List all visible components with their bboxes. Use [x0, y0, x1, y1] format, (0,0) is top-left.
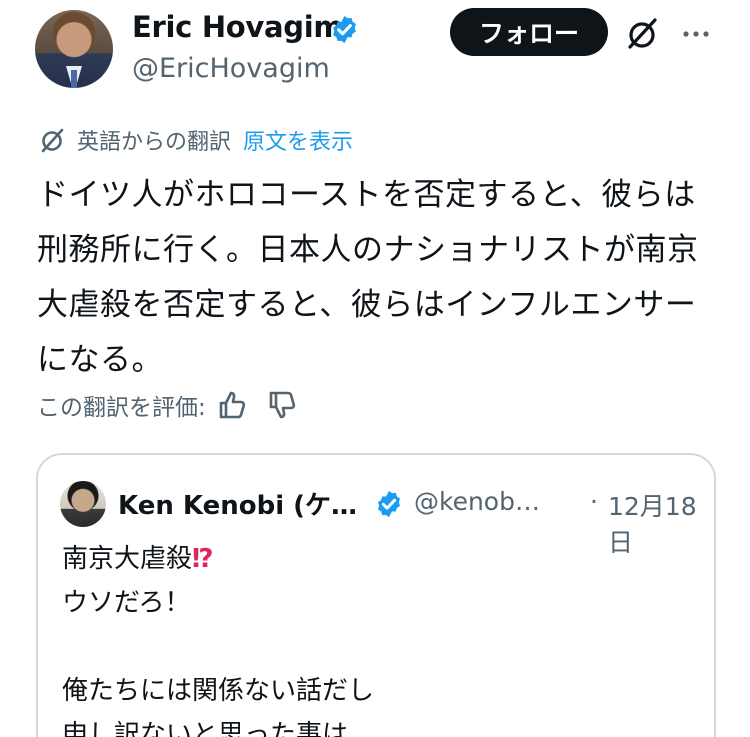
- verified-badge-icon: [333, 15, 356, 44]
- avatar-tie: [71, 70, 77, 88]
- grok-icon[interactable]: [622, 14, 662, 54]
- translate-icon: [41, 128, 64, 153]
- more-options-icon[interactable]: [676, 14, 716, 54]
- rate-translation: この翻訳を評価:: [37, 386, 300, 424]
- thumbs-up-icon[interactable]: [216, 388, 250, 422]
- quoted-tweet[interactable]: Ken Kenobi (ケ… @kenob… · 12月18日 南京大虐殺⁉ ウ…: [36, 453, 716, 737]
- exclamation-question-icon: ⁉: [192, 544, 214, 574]
- author-handle[interactable]: @EricHovagim: [132, 53, 330, 84]
- rate-label: この翻訳を評価:: [37, 395, 206, 421]
- tweet-text: ドイツ人がホロコーストを否定すると、彼らは 刑務所に行く。日本人のナショナリスト…: [37, 177, 699, 378]
- quoted-text: 南京大虐殺⁉ ウソだろ！ 俺たちには関係ない話だし 申し訳ないと思った事は: [62, 537, 682, 737]
- author-avatar[interactable]: [35, 10, 113, 88]
- translated-label: 英語からの翻訳: [77, 130, 232, 155]
- translation-notice: 英語からの翻訳 原文を表示: [37, 124, 353, 156]
- quoted-verified-badge-icon: [378, 490, 400, 518]
- quoted-text-rest: ウソだろ！ 俺たちには関係ない話だし 申し訳ないと思った事は: [62, 588, 375, 737]
- quoted-text-line1: 南京大虐殺: [62, 544, 193, 574]
- quoted-author-avatar[interactable]: [60, 481, 106, 527]
- follow-button[interactable]: フォロー: [450, 8, 608, 56]
- thumbs-down-icon[interactable]: [266, 388, 300, 422]
- quoted-author-name: Ken Kenobi (ケ…: [118, 491, 358, 521]
- author-name[interactable]: Eric Hovagim: [132, 10, 344, 44]
- show-original-link[interactable]: 原文を表示: [243, 124, 353, 156]
- quoted-separator: ·: [590, 487, 598, 516]
- quoted-author-handle: @kenob…: [414, 487, 540, 516]
